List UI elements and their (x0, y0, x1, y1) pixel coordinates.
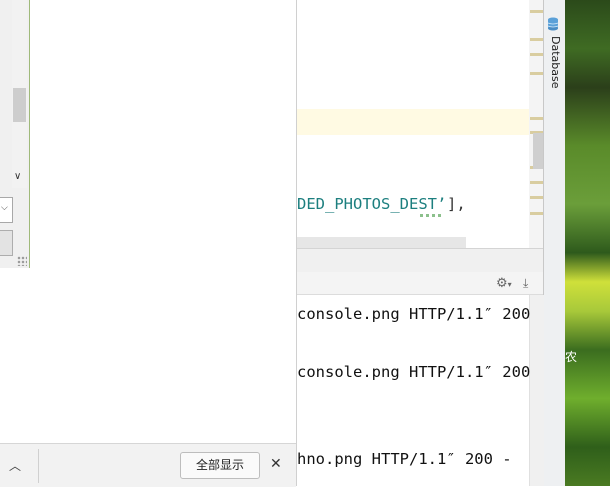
resize-grip-icon[interactable] (17, 256, 27, 266)
gutter-marker[interactable] (530, 72, 543, 75)
gutter-marker[interactable] (530, 38, 543, 41)
database-icon[interactable] (547, 17, 559, 31)
editor-horizontal-scrollbar[interactable] (297, 237, 466, 248)
console-line: console.png HTTP/1.1″ 200 (297, 363, 531, 381)
code-line-tail[interactable]: ], (447, 195, 466, 213)
gutter-marker[interactable] (530, 117, 543, 120)
caret-icon: ▾ (507, 280, 512, 289)
download-bar-divider (38, 449, 39, 483)
gutter-marker[interactable] (530, 53, 543, 56)
gutter-marker[interactable] (530, 10, 543, 13)
show-all-button[interactable]: 全部显示 (180, 452, 260, 479)
console-line: hno.png HTTP/1.1″ 200 - (297, 450, 512, 468)
console-line: console.png HTTP/1.1″ 200 (297, 305, 531, 323)
desktop-wallpaper (565, 0, 610, 486)
close-icon[interactable]: ✕ (270, 456, 282, 472)
browser-content (0, 268, 296, 443)
database-tool-tab[interactable]: Database (549, 36, 562, 89)
gutter-marker[interactable] (530, 181, 543, 184)
gear-glyph: ⚙ (496, 276, 508, 291)
console-scrollbar[interactable] (529, 295, 544, 486)
spellcheck-underline (420, 214, 442, 217)
dialog-scroll-thumb[interactable] (13, 88, 26, 122)
chevron-down-icon[interactable]: ∨ (14, 171, 21, 182)
gear-icon[interactable]: ⚙▾ (496, 276, 514, 291)
dialog-button[interactable] (0, 230, 13, 256)
up-chevron-icon[interactable]: ︿ (9, 457, 21, 474)
gutter-marker[interactable] (530, 196, 543, 199)
dropdown-arrow-icon[interactable]: ⌵ (1, 203, 8, 213)
current-line-highlight (297, 109, 543, 135)
wallpaper-text: 农 (565, 350, 578, 364)
download-icon[interactable]: ⤓ (523, 276, 537, 290)
run-panel-header (297, 248, 543, 273)
gutter-marker[interactable] (530, 212, 543, 215)
editor-scroll-thumb[interactable] (533, 133, 543, 169)
